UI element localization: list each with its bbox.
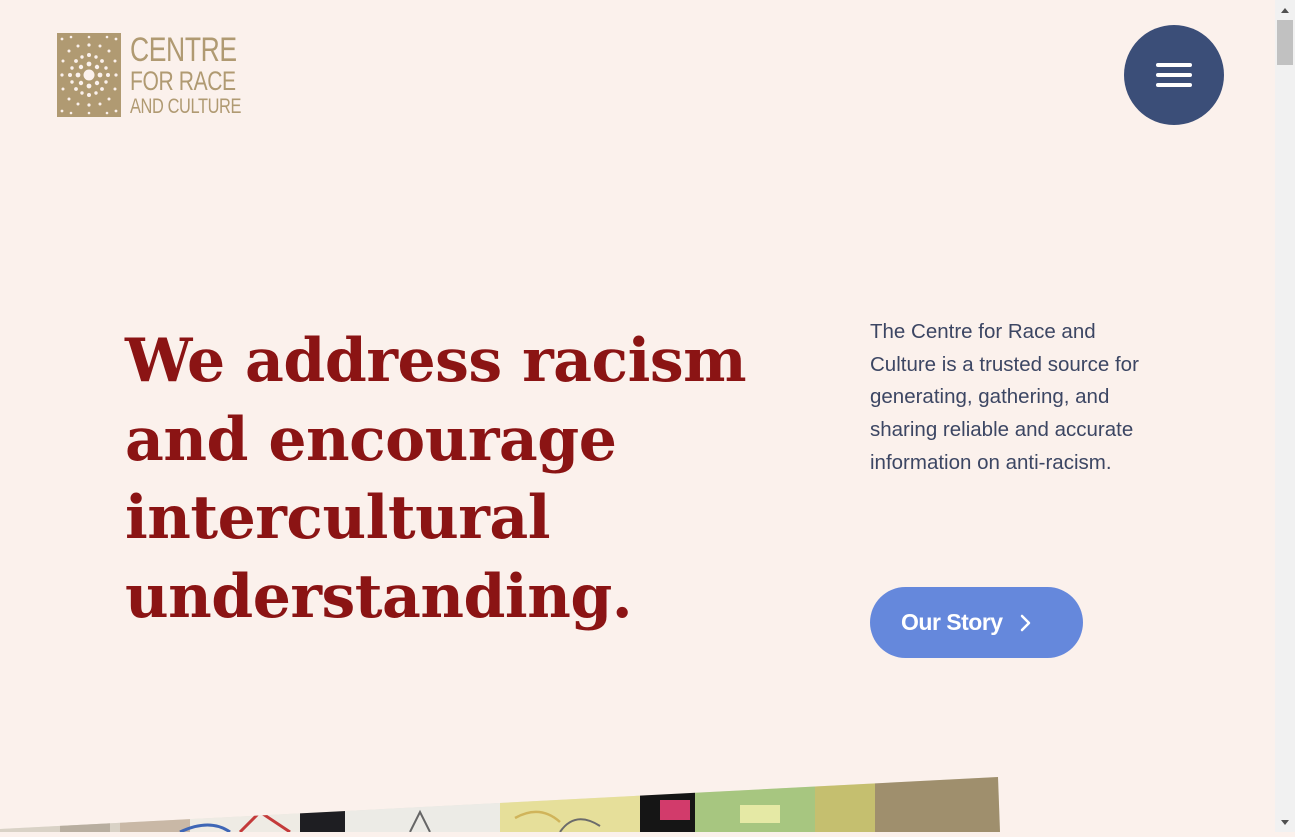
scroll-up-arrow-icon[interactable] [1275,0,1295,20]
logo-line-3: AND CULTURE [130,95,241,118]
menu-button[interactable] [1124,25,1224,125]
hero-headline: We address racism and encourage intercul… [125,326,747,632]
vertical-scrollbar[interactable] [1275,0,1295,832]
our-story-button[interactable]: Our Story [870,587,1083,658]
page: CENTRE FOR RACE AND CULTURE We address r… [0,0,1275,832]
logo-line-2: FOR RACE [130,66,236,96]
scrollbar-thumb[interactable] [1277,20,1293,65]
chevron-right-icon [1019,614,1031,632]
scroll-down-arrow-icon[interactable] [1275,812,1295,832]
hero-description: The Centre for Race and Culture is a tru… [870,320,1139,474]
our-story-label: Our Story [901,609,1003,635]
site-logo[interactable]: CENTRE FOR RACE AND CULTURE [57,33,272,117]
logo-sunburst-icon [57,33,121,117]
logo-line-1: CENTRE [130,31,237,69]
logo-wordmark: CENTRE FOR RACE AND CULTURE [130,33,241,117]
